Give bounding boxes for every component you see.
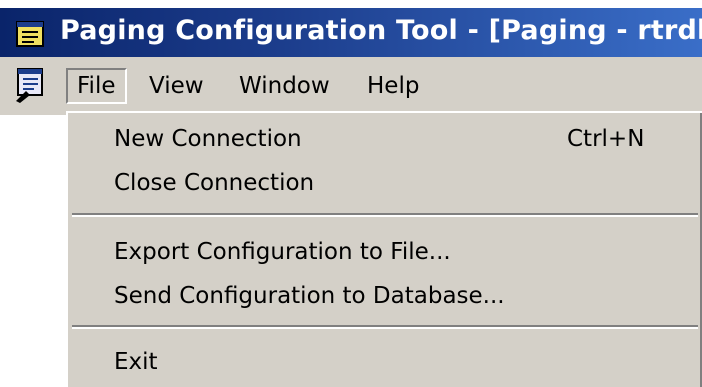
menu-help[interactable]: Help	[358, 68, 428, 104]
document-form-icon[interactable]	[14, 67, 46, 103]
menu-item-new-connection[interactable]: New Connection Ctrl+N	[68, 118, 702, 160]
menu-window[interactable]: Window	[230, 68, 339, 104]
menu-item-exit[interactable]: Exit	[68, 341, 702, 383]
menu-file[interactable]: File	[66, 68, 127, 104]
file-menu-dropdown: New Connection Ctrl+N Close Connection E…	[66, 111, 702, 387]
menu-item-label: Exit	[114, 349, 158, 375]
menu-item-label: Close Connection	[114, 170, 315, 196]
menu-item-label: Send Configuration to Database...	[114, 283, 505, 309]
menu-separator	[72, 213, 698, 217]
menu-view[interactable]: View	[140, 68, 213, 104]
menu-item-label: New Connection	[114, 126, 302, 152]
menu-item-export-configuration[interactable]: Export Configuration to File...	[68, 231, 702, 273]
menu-item-send-configuration[interactable]: Send Configuration to Database...	[68, 275, 702, 317]
menu-item-shortcut: Ctrl+N	[567, 126, 645, 152]
menu-separator	[72, 325, 698, 329]
menu-item-close-connection[interactable]: Close Connection	[68, 162, 702, 204]
menu-item-label: Export Configuration to File...	[114, 239, 451, 265]
window-title: Paging Configuration Tool - [Paging - rt…	[60, 15, 702, 46]
screen: Paging Configuration Tool - [Paging - rt…	[0, 0, 702, 387]
app-form-icon[interactable]	[16, 21, 46, 49]
title-bar[interactable]: Paging Configuration Tool - [Paging - rt…	[0, 8, 702, 57]
menu-bar: File View Window Help	[0, 57, 702, 115]
